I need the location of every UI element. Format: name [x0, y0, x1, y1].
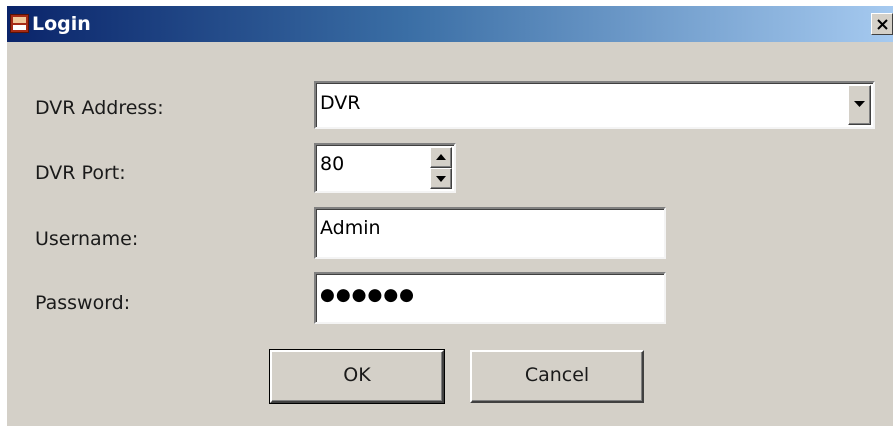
dvr-port-value: 80 — [320, 153, 345, 175]
chevron-up-icon — [436, 154, 446, 160]
ok-button[interactable]: OK — [269, 349, 445, 404]
dvr-app-icon — [10, 14, 29, 33]
username-label: Username: — [35, 228, 139, 250]
login-dialog: Login DVR Address: DVR DVR Port: 80 User… — [7, 6, 893, 426]
dvr-port-label: DVR Port: — [35, 162, 126, 184]
dvr-address-combobox[interactable]: DVR — [314, 81, 875, 129]
dvr-address-value: DVR — [320, 92, 361, 114]
dvr-port-spinbox[interactable]: 80 — [314, 143, 456, 193]
close-icon — [877, 19, 888, 30]
title-bar[interactable]: Login — [7, 6, 893, 42]
window-title: Login — [32, 13, 91, 35]
chevron-down-icon — [436, 176, 446, 182]
username-input[interactable]: Admin — [314, 207, 666, 259]
dvr-address-label: DVR Address: — [35, 97, 164, 119]
password-masked-value: ●●●●●● — [320, 285, 416, 305]
cancel-button[interactable]: Cancel — [470, 350, 644, 403]
username-value: Admin — [320, 217, 381, 239]
dvr-port-decrement-button[interactable] — [430, 168, 452, 189]
dvr-port-increment-button[interactable] — [430, 147, 452, 168]
chevron-down-icon — [854, 101, 865, 107]
password-input[interactable]: ●●●●●● — [314, 272, 666, 324]
password-label: Password: — [35, 292, 131, 314]
dvr-address-dropdown-button[interactable] — [848, 85, 871, 125]
close-button[interactable] — [871, 13, 893, 35]
